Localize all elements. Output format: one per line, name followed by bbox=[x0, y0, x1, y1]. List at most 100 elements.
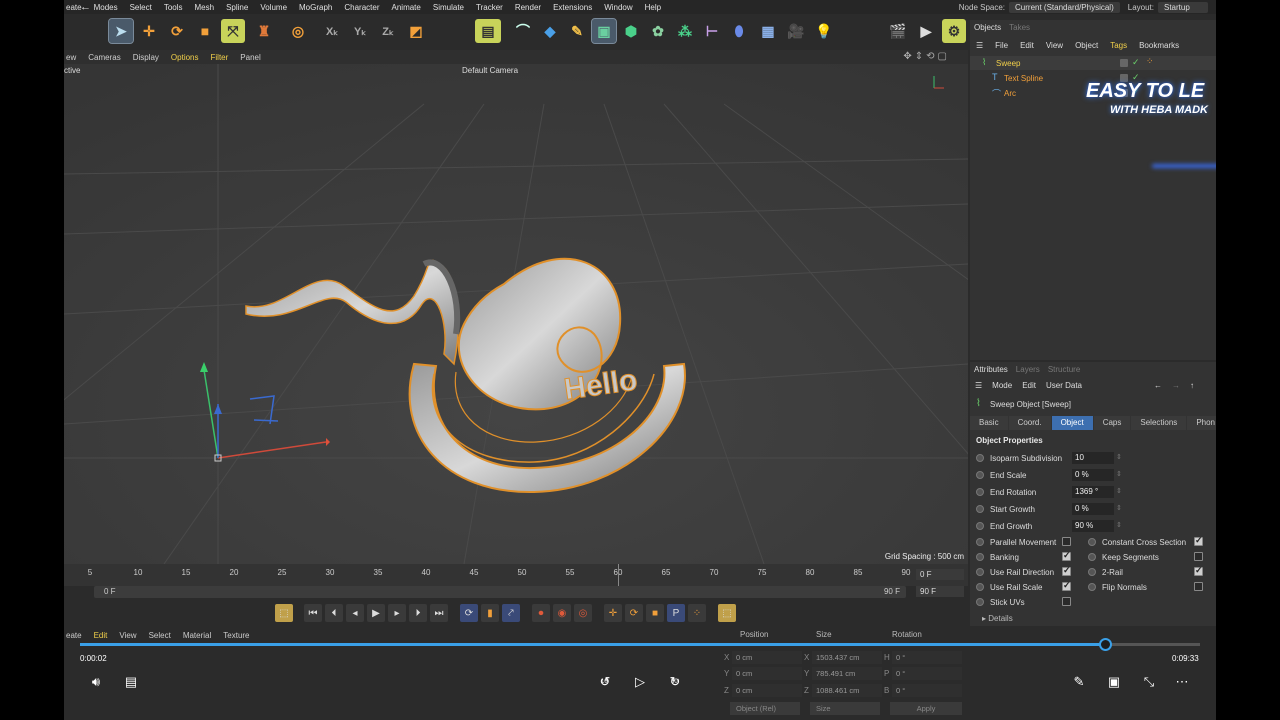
hamburger-icon[interactable]: ☰ bbox=[970, 381, 987, 390]
menu-simulate[interactable]: Simulate bbox=[427, 3, 470, 12]
timeline-window-icon[interactable]: ⬚ bbox=[718, 604, 736, 622]
mat-menu-select[interactable]: Select bbox=[143, 631, 177, 640]
rotation-h-field[interactable]: 0 ° bbox=[892, 651, 962, 664]
viewport-menu-view[interactable]: ew bbox=[64, 53, 82, 62]
spinner-icon[interactable]: ⇕ bbox=[1116, 521, 1122, 529]
mat-menu-create[interactable]: eate bbox=[64, 631, 88, 640]
obj-menu-tags[interactable]: Tags bbox=[1104, 41, 1133, 50]
obj-menu-file[interactable]: File bbox=[989, 41, 1014, 50]
captions-icon[interactable]: ▤ bbox=[121, 672, 141, 692]
back-arrow-icon[interactable]: ← bbox=[74, 1, 97, 13]
menu-character[interactable]: Character bbox=[338, 3, 385, 12]
position-z-field[interactable]: 0 cm bbox=[732, 684, 802, 697]
checkbox[interactable] bbox=[1062, 580, 1071, 591]
attr-menu-edit[interactable]: Edit bbox=[1017, 381, 1041, 390]
play-pause-icon[interactable]: ▷ bbox=[630, 672, 650, 692]
obj-menu-bookmarks[interactable]: Bookmarks bbox=[1133, 41, 1185, 50]
keyframe-selection-icon[interactable]: ◎ bbox=[574, 604, 592, 622]
tab-structure[interactable]: Structure bbox=[1044, 365, 1084, 374]
field-icon[interactable]: ⬮ bbox=[727, 19, 751, 43]
animate-dot-icon[interactable] bbox=[976, 598, 984, 606]
skip-back-icon[interactable]: ↺ 10 bbox=[595, 672, 615, 692]
details-group-toggle[interactable]: ▸ Details bbox=[982, 614, 1013, 623]
subtab-object[interactable]: Object bbox=[1051, 416, 1093, 430]
render-view-icon[interactable]: ▶ bbox=[914, 19, 938, 43]
tab-objects[interactable]: Objects bbox=[970, 23, 1005, 32]
play-icon[interactable]: ▶ bbox=[367, 604, 385, 622]
range-slider[interactable]: 0 F 90 F bbox=[94, 586, 906, 598]
menu-mesh[interactable]: Mesh bbox=[189, 3, 221, 12]
checkbox[interactable] bbox=[1194, 535, 1203, 546]
pen-tool-icon[interactable]: ✎ bbox=[565, 19, 589, 43]
clapper-icon[interactable]: 🎬 bbox=[886, 19, 910, 43]
3d-viewport[interactable]: Hello ctive Default Camera Grid Spacing … bbox=[64, 64, 968, 564]
mat-menu-view[interactable]: View bbox=[113, 631, 142, 640]
tab-attributes[interactable]: Attributes bbox=[970, 365, 1012, 374]
loop-icon[interactable]: ⟳ bbox=[460, 604, 478, 622]
node-space-dropdown[interactable]: Current (Standard/Physical) bbox=[1009, 1, 1120, 13]
end-frame-field[interactable]: 90 F bbox=[916, 586, 964, 597]
animate-dot-icon[interactable] bbox=[976, 583, 984, 591]
y-axis-lock-icon[interactable]: Yₖ bbox=[348, 19, 372, 43]
tab-layers[interactable]: Layers bbox=[1012, 365, 1044, 374]
attr-menu-mode[interactable]: Mode bbox=[987, 381, 1017, 390]
position-x-field[interactable]: 0 cm bbox=[732, 651, 802, 664]
select-arrow-icon[interactable]: ➤ bbox=[108, 18, 134, 44]
enabled-check-icon[interactable]: ✓ bbox=[1132, 57, 1140, 68]
menu-help[interactable]: Help bbox=[639, 3, 667, 12]
menu-tracker[interactable]: Tracker bbox=[470, 3, 509, 12]
subtab-basic[interactable]: Basic bbox=[970, 416, 1008, 430]
prop-value-field[interactable]: 0 % bbox=[1072, 469, 1114, 481]
skip-forward-icon[interactable]: ↻ 30 bbox=[665, 672, 685, 692]
key-mode-icon[interactable]: ⤤ bbox=[502, 604, 520, 622]
checkbox[interactable] bbox=[1062, 550, 1071, 561]
size-mode-dropdown[interactable]: Size bbox=[810, 702, 880, 715]
rotation-b-field[interactable]: 0 ° bbox=[892, 684, 962, 697]
menu-spline[interactable]: Spline bbox=[220, 3, 254, 12]
next-frame-icon[interactable]: ▸ bbox=[388, 604, 406, 622]
scale-tool-icon[interactable]: ■ bbox=[193, 19, 217, 43]
render-settings-icon[interactable]: ⚙ bbox=[942, 19, 966, 43]
camera-icon[interactable]: 🎥 bbox=[784, 19, 808, 43]
checkbox[interactable] bbox=[1062, 537, 1071, 546]
nav-back-icon[interactable]: ← bbox=[1149, 381, 1167, 390]
animate-dot-icon[interactable] bbox=[1088, 538, 1096, 546]
viewport-menu-filter[interactable]: Filter bbox=[205, 53, 235, 62]
current-frame-field[interactable]: 0 F bbox=[916, 569, 964, 580]
volume-icon[interactable]: 🔊︎ bbox=[86, 672, 106, 692]
spinner-icon[interactable]: ⇕ bbox=[1116, 504, 1122, 512]
attr-menu-user-data[interactable]: User Data bbox=[1041, 381, 1087, 390]
spinner-icon[interactable]: ⇕ bbox=[1116, 470, 1122, 478]
animate-dot-icon[interactable] bbox=[976, 505, 984, 513]
size-z-field[interactable]: 1088.461 cm bbox=[812, 684, 882, 697]
deformer-icon[interactable]: ⊢ bbox=[700, 19, 724, 43]
x-axis-lock-icon[interactable]: Xₖ bbox=[320, 19, 344, 43]
size-x-field[interactable]: 1503.437 cm bbox=[812, 651, 882, 664]
position-y-field[interactable]: 0 cm bbox=[732, 667, 802, 680]
subtab-phong[interactable]: Phon bbox=[1187, 416, 1216, 430]
viewport-menu-options[interactable]: Options bbox=[165, 53, 205, 62]
place-tool-icon[interactable]: ♜ bbox=[252, 19, 276, 43]
video-progress-track[interactable] bbox=[80, 638, 1200, 651]
animate-dot-icon[interactable] bbox=[1088, 583, 1096, 591]
animate-dot-icon[interactable] bbox=[976, 538, 984, 546]
floor-icon[interactable]: ▦ bbox=[756, 19, 780, 43]
light-icon[interactable]: 💡 bbox=[812, 19, 836, 43]
animate-dot-icon[interactable] bbox=[976, 454, 984, 462]
spline-pen-icon[interactable]: ⌒ bbox=[511, 19, 535, 43]
rotation-p-field[interactable]: 0 ° bbox=[892, 667, 962, 680]
checkbox[interactable] bbox=[1194, 552, 1203, 561]
autokey-icon[interactable]: ◉ bbox=[553, 604, 571, 622]
animate-dot-icon[interactable] bbox=[976, 522, 984, 530]
edit-pencil-icon[interactable]: ✎ bbox=[1069, 672, 1089, 692]
fps-icon[interactable]: ▮ bbox=[481, 604, 499, 622]
video-progress-knob[interactable] bbox=[1098, 638, 1112, 651]
viewport-menu-cameras[interactable]: Cameras bbox=[82, 53, 126, 62]
mat-menu-edit[interactable]: Edit bbox=[88, 631, 114, 640]
record-settings-icon[interactable]: ⬚ bbox=[275, 604, 293, 622]
key-position-icon[interactable]: ✛ bbox=[604, 604, 622, 622]
animate-dot-icon[interactable] bbox=[976, 553, 984, 561]
render-region-icon[interactable]: ▤ bbox=[475, 19, 501, 43]
go-to-end-icon[interactable]: ⏭ bbox=[430, 604, 448, 622]
menu-tools[interactable]: Tools bbox=[158, 3, 189, 12]
